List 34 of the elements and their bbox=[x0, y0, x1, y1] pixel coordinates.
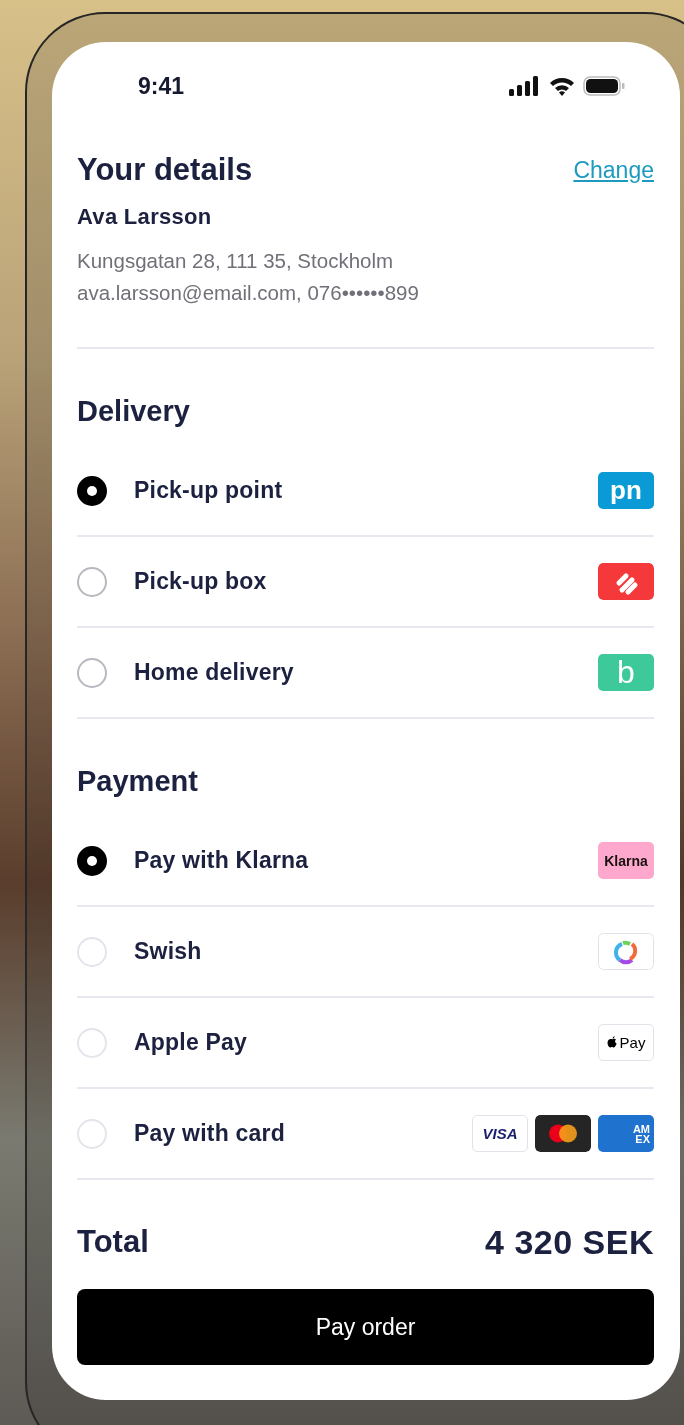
contact-text: ava.larsson@email.com, 076••••••899 bbox=[77, 280, 420, 306]
radio-button[interactable] bbox=[77, 657, 107, 688]
total-amount: 4 320 SEK bbox=[485, 1222, 654, 1262]
pn-logo: pn bbox=[598, 472, 654, 509]
section-title: Your details bbox=[77, 151, 253, 189]
visa-logo: VISA bbox=[472, 1115, 528, 1152]
option-label: Pick-up box bbox=[134, 568, 268, 595]
amex-logo: AM EX bbox=[598, 1115, 654, 1152]
address-text: Kungsgatan 28, 111 35, Stockholm bbox=[77, 248, 395, 274]
option-label: Home delivery bbox=[134, 659, 295, 686]
option-label: Apple Pay bbox=[134, 1029, 248, 1056]
circles-logo bbox=[535, 1115, 591, 1152]
radio-button[interactable] bbox=[77, 475, 107, 506]
signal-icon bbox=[509, 76, 541, 96]
status-time: 9:41 bbox=[138, 72, 185, 101]
customer-name: Ava Larsson bbox=[77, 203, 213, 231]
wifi-icon bbox=[549, 76, 575, 96]
section-title: Payment bbox=[77, 764, 199, 799]
radio-button[interactable] bbox=[77, 566, 107, 597]
option-label: Pay with Klarna bbox=[134, 847, 310, 874]
stripes-logo bbox=[598, 563, 654, 600]
b-logo: b bbox=[598, 654, 654, 691]
klarna-logo: Klarna bbox=[598, 842, 654, 879]
total-label: Total bbox=[77, 1224, 149, 1260]
apple-pay-logo: Pay bbox=[598, 1024, 654, 1061]
option-label: Pick-up point bbox=[134, 477, 284, 504]
option-label: Pay with card bbox=[134, 1120, 286, 1147]
apple-icon bbox=[606, 1036, 618, 1049]
ring-logo bbox=[598, 933, 654, 970]
option-label: Swish bbox=[134, 938, 203, 965]
battery-icon bbox=[583, 76, 625, 96]
pay-order-button[interactable]: Pay order bbox=[77, 1289, 654, 1365]
section-title: Delivery bbox=[77, 394, 191, 429]
radio-button[interactable] bbox=[77, 845, 107, 876]
